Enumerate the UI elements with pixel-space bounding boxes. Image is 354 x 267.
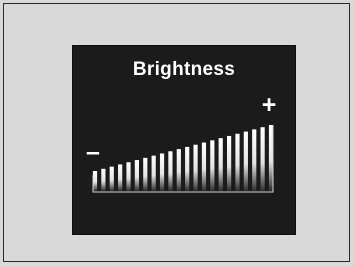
brightness-segment [252, 129, 257, 191]
brightness-segment [118, 164, 123, 191]
brightness-segment [151, 155, 156, 191]
increase-brightness-button[interactable]: + [257, 93, 281, 118]
decrease-brightness-button[interactable]: – [82, 140, 104, 165]
brightness-segment [193, 144, 198, 191]
brightness-segment [268, 125, 274, 191]
brightness-segment [260, 127, 265, 191]
brightness-segment [159, 153, 165, 191]
brightness-segment [201, 142, 207, 191]
brightness-segment [143, 157, 148, 191]
brightness-segment [185, 146, 190, 191]
brightness-segment [210, 140, 215, 191]
brightness-segment [243, 131, 248, 191]
brightness-segment [168, 151, 173, 191]
brightness-panel: Brightness + – [72, 45, 296, 235]
brightness-segment [134, 160, 139, 191]
brightness-segment [109, 166, 114, 191]
brightness-segment [218, 138, 223, 191]
brightness-segment [227, 135, 232, 191]
brightness-segment [235, 133, 240, 191]
screenshot-frame: Brightness + – [3, 3, 350, 262]
brightness-segment [101, 168, 106, 191]
brightness-segment [176, 149, 181, 191]
brightness-meter[interactable] [72, 45, 296, 235]
brightness-segments [92, 125, 274, 191]
brightness-segment [126, 162, 131, 191]
brightness-segment [92, 171, 98, 191]
